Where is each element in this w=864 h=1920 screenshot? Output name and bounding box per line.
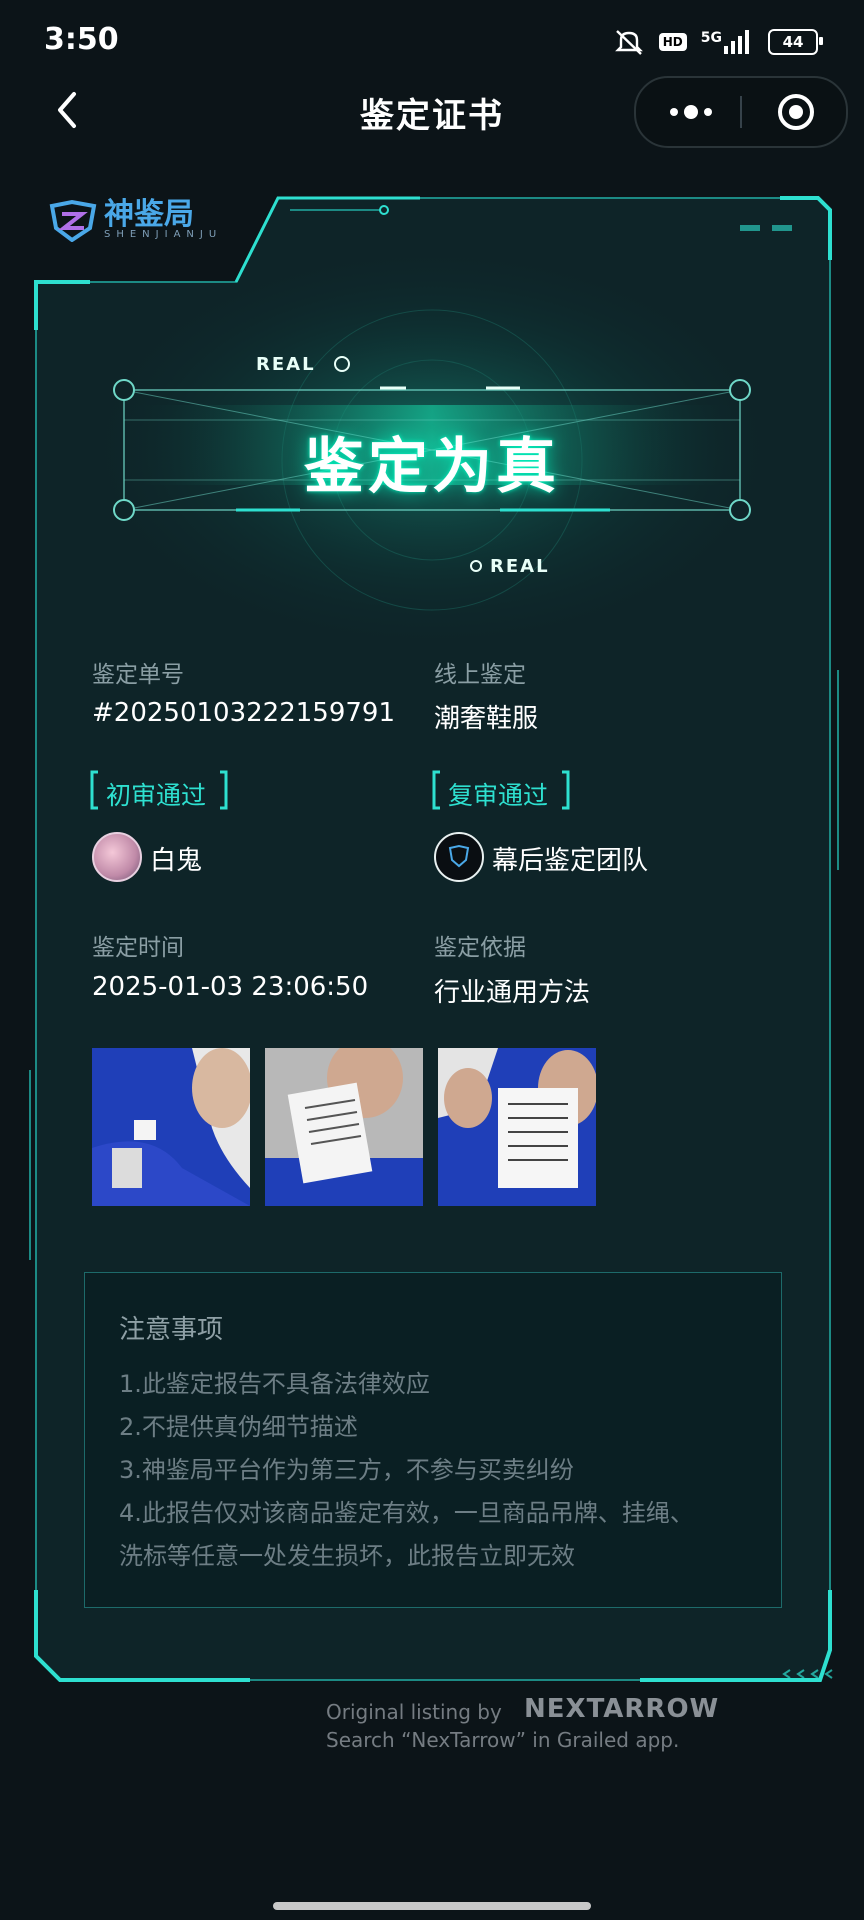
second-reviewer-name: 幕后鉴定团队	[492, 846, 649, 876]
mini-program-capsule	[634, 76, 848, 148]
brand-shield-icon	[49, 199, 97, 242]
first-reviewer-avatar	[92, 832, 142, 882]
photo-thumbnail[interactable]	[265, 1048, 423, 1206]
status-time: 3:50	[44, 22, 119, 57]
status-icons: HD 5G 44	[613, 26, 823, 58]
more-menu-icon[interactable]	[666, 98, 716, 126]
watermark-line2: Search “NexTarrow” in Grailed app.	[326, 1728, 680, 1752]
real-tag-bottom: REAL	[490, 556, 550, 577]
signal-icon: 5G	[701, 30, 754, 54]
notice-box: 注意事项 1.此鉴定报告不具备法律效应 2.不提供真伪细节描述 3.神鉴局平台作…	[84, 1272, 782, 1608]
category-value: 潮奢鞋服	[434, 704, 539, 734]
close-mini-program-icon[interactable]	[776, 92, 816, 132]
watermark-brand: NEXTARROW	[524, 1694, 720, 1724]
brand-name: 神鉴局	[104, 196, 194, 232]
notice-item: 1.此鉴定报告不具备法律效应	[119, 1370, 430, 1398]
photo-thumbnail[interactable]	[92, 1048, 250, 1206]
order-number-label: 鉴定单号	[92, 662, 184, 688]
basis-label: 鉴定依据	[434, 935, 526, 961]
first-reviewer-name: 白鬼	[150, 846, 203, 876]
team-logo-icon	[448, 844, 470, 868]
time-label: 鉴定时间	[92, 935, 184, 961]
second-review-status: 复审通过	[448, 781, 549, 810]
hd-icon: HD	[658, 33, 687, 51]
brand-subtitle: SHENJIANJU	[104, 228, 223, 240]
verdict-title: 鉴定为真	[304, 432, 560, 502]
mute-icon	[614, 30, 643, 55]
first-review-status: 初审通过	[106, 781, 207, 810]
notice-title: 注意事项	[119, 1315, 224, 1345]
order-number-value: #20250103222159791	[92, 698, 395, 728]
category-label: 线上鉴定	[434, 662, 526, 688]
watermark-line1: Original listing by	[326, 1700, 502, 1724]
home-indicator[interactable]	[273, 1902, 591, 1910]
second-reviewer-avatar	[434, 832, 484, 882]
notice-item: 2.不提供真伪细节描述	[119, 1413, 358, 1441]
notice-item: 4.此报告仅对该商品鉴定有效，一旦商品吊牌、挂绳、	[119, 1499, 694, 1527]
battery-icon: 44	[768, 29, 823, 55]
capsule-divider	[740, 96, 742, 128]
time-value: 2025-01-03 23:06:50	[92, 972, 369, 1002]
brand-logo: 神鉴局 SHENJIANJU	[48, 198, 222, 242]
basis-value: 行业通用方法	[434, 978, 591, 1008]
photo-thumbnail[interactable]	[438, 1048, 596, 1206]
real-tag-top: REAL	[256, 354, 316, 375]
notice-item: 3.神鉴局平台作为第三方，不参与买卖纠纷	[119, 1456, 574, 1484]
notice-item: 洗标等任意一处发生损坏，此报告立即无效	[119, 1542, 575, 1570]
